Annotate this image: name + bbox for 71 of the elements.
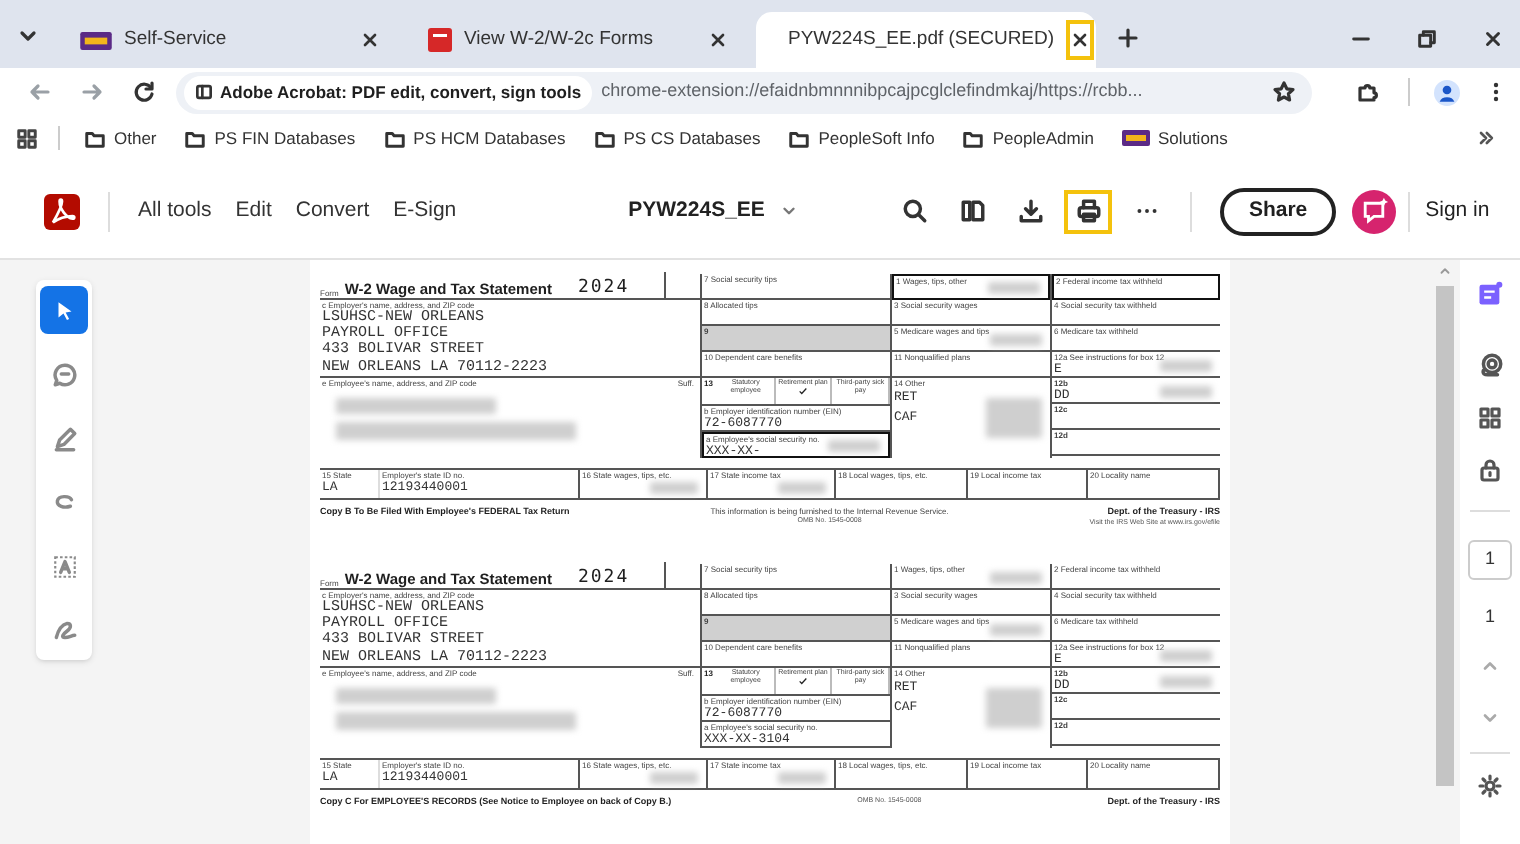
restore-icon[interactable] [1416,28,1438,50]
folder-icon [788,127,811,149]
folder-icon [593,127,616,149]
folder-icon [184,127,207,149]
bookmark-link[interactable]: PS FIN Databases [176,125,364,151]
close-icon [360,30,380,50]
share-button[interactable]: Share [1220,187,1336,235]
profile-icon[interactable] [1434,79,1460,105]
pointer-tool[interactable] [40,286,88,334]
document-icon [428,28,452,52]
caret-icon [780,202,799,220]
close-icon[interactable] [1482,28,1504,50]
ai-document-icon[interactable] [1476,280,1504,308]
lock-icon[interactable] [1478,458,1502,482]
text-box-icon [51,553,77,579]
close-icon [1070,30,1091,50]
menu-item[interactable]: Edit [223,195,284,227]
address-bar[interactable]: Adobe Acrobat: PDF edit, convert, sign tools chrome-extension://efaidnbmnnnibpcajpcglclefindmkaj/https://rcbb... [176,71,1312,113]
form-year: 2024 [577,278,630,298]
menu-item[interactable]: Convert [283,195,382,227]
scroll-up-icon[interactable] [1438,264,1452,278]
pencil-icon [51,425,77,451]
acrobat-logo-icon[interactable] [44,193,80,229]
folder-icon [383,127,406,149]
bookmark-link[interactable]: Solutions [1113,125,1236,151]
page-number-field[interactable]: 1 [1468,540,1512,580]
folder-icon [962,127,985,149]
sign-in-button[interactable]: Sign in [1425,195,1490,227]
bookmark-link[interactable]: PeopleAdmin [954,125,1102,151]
logo-icon [1121,130,1150,146]
comment-icon [51,361,77,387]
extensions-icon[interactable] [1356,80,1380,104]
thumbnails-icon[interactable] [1478,406,1502,430]
bookmark-star-icon[interactable] [1272,80,1296,104]
print-button[interactable] [1064,189,1113,233]
forward-icon[interactable] [80,80,104,104]
pages-icon [959,198,986,224]
browser-tab[interactable]: Self-Service [60,12,400,68]
menu-item[interactable]: All tools [126,195,224,227]
extension-page-icon [194,82,214,102]
page-count: 1 [1484,604,1495,630]
print-icon [1075,198,1102,224]
close-tab-button[interactable] [1066,20,1095,60]
bookmark-link[interactable]: PS CS Databases [585,125,769,151]
search-icon [901,198,928,224]
check-icon [798,386,808,396]
lasso-icon [51,489,77,515]
bookmark-link[interactable]: PS HCM Databases [375,125,574,151]
reload-icon[interactable] [132,80,156,104]
file-name-menu[interactable]: PYW224S_EE [628,195,799,227]
check-icon [798,676,808,686]
brightness-icon[interactable] [1478,773,1502,797]
ai-assistant-icon[interactable] [1351,189,1396,233]
browser-tab[interactable]: PYW224S_EE.pdf (SECURED) [756,12,1096,68]
signature-icon [51,617,77,643]
folder-icon [84,127,106,149]
form-year: 2024 [577,568,630,588]
url-text: chrome-extension://efaidnbmnnnibpcajpcglclefindmkaj/https://rcbb... [601,78,1145,105]
menu-item[interactable]: E-Sign [381,195,469,227]
browser-tab[interactable]: View W-2/W-2c Forms [408,12,748,68]
more-bookmarks-icon[interactable] [1476,128,1496,148]
back-icon[interactable] [28,80,52,104]
close-icon [708,30,728,50]
bookmark-link[interactable]: Other [76,125,165,151]
scrollbar-thumb[interactable] [1436,286,1454,786]
download-icon [1017,198,1044,224]
new-tab-icon[interactable] [1116,26,1140,50]
site-info-chip[interactable]: Adobe Acrobat: PDF edit, convert, sign tools [184,75,592,109]
logo-icon [80,31,112,49]
bookmark-link[interactable]: PeopleSoft Info [780,125,943,151]
apps-icon[interactable] [16,127,38,149]
